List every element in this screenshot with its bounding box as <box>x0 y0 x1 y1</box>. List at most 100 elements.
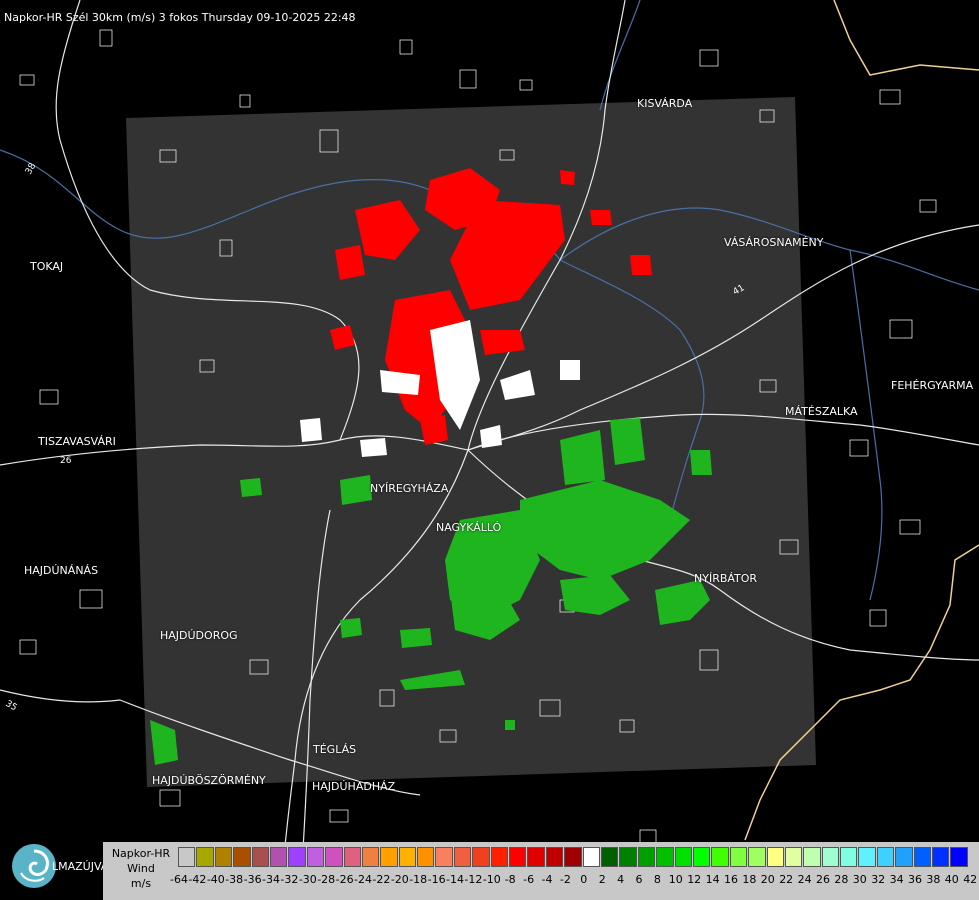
legend-tick-label: 20 <box>760 873 775 886</box>
city-label-nagykallo: NAGYKÁLLÓ <box>436 521 502 534</box>
legend-tick-label: 34 <box>889 873 904 886</box>
city-label-hajduboszormeny: HAJDÚBÖSZÖRMÉNY <box>152 774 266 787</box>
legend-tick-label: -18 <box>409 873 428 886</box>
city-label-vasarosnameny: VÁSÁROSNAMÉNY <box>724 236 824 249</box>
legend-swatch <box>784 847 803 867</box>
legend-tick-label: 38 <box>926 873 941 886</box>
legend-swatch <box>545 847 564 867</box>
legend-tick-label: -64 <box>170 873 188 886</box>
legend-swatch <box>453 847 472 867</box>
legend-swatch <box>932 847 950 867</box>
legend-swatch <box>692 847 711 867</box>
legend-swatches <box>178 847 969 867</box>
legend-swatch <box>619 847 637 867</box>
legend-swatch <box>251 847 269 867</box>
legend-tick-label: 16 <box>724 873 738 886</box>
swirl-logo-icon <box>12 844 56 888</box>
legend-tick-label: 30 <box>852 873 867 886</box>
legend-tick-label: 12 <box>687 873 702 886</box>
legend-swatch <box>380 847 398 867</box>
legend-tick-label: -28 <box>317 873 336 886</box>
legend-tick-label: -4 <box>541 873 553 886</box>
legend-tick-label: 18 <box>742 873 757 886</box>
legend-tick-label: 36 <box>908 873 922 886</box>
legend-swatch <box>361 847 380 867</box>
legend-tick-label: -16 <box>427 873 446 886</box>
legend-tick-label: 28 <box>834 873 849 886</box>
city-label-kisvarda: KISVÁRDA <box>637 97 693 110</box>
legend-swatch <box>527 847 545 867</box>
legend-swatch <box>895 847 913 867</box>
legend-swatch <box>509 847 527 867</box>
legend-tick-label: -32 <box>280 873 299 886</box>
road-number-35: 35 <box>4 699 19 713</box>
legend-tick-label: -40 <box>206 873 225 886</box>
legend-swatch <box>858 847 876 867</box>
legend-tick-label: -36 <box>243 873 262 886</box>
legend-tick-label: -34 <box>262 873 280 886</box>
legend-tick-label: -14 <box>446 873 464 886</box>
legend-swatch <box>472 847 490 867</box>
legend-tick-label: -10 <box>482 873 501 886</box>
city-label-teglas: TÉGLÁS <box>313 743 357 756</box>
city-label-hajduhadhaz: HAJDÚHADHÁZ <box>312 780 396 793</box>
wind-legend: Napkor-HR Wind m/s -64 -42 -40 -38 -36 -34 -32… <box>103 842 979 900</box>
legend-tick-label: 22 <box>779 873 794 886</box>
legend-tick-label: -38 <box>225 873 244 886</box>
legend-label-line-3: m/s <box>130 877 152 890</box>
legend-swatch <box>233 847 251 867</box>
legend-tick-label: -6 <box>523 873 535 886</box>
legend-swatch <box>417 847 435 867</box>
legend-tick-label: -20 <box>390 873 409 886</box>
legend-swatch <box>600 847 619 867</box>
city-label-nyirbator: NYÍRBÁTOR <box>694 572 758 585</box>
legend-tick-label: -12 <box>464 873 483 886</box>
legend-swatch <box>637 847 656 867</box>
legend-swatch <box>178 847 196 867</box>
legend-tick-label: 24 <box>797 873 812 886</box>
legend-swatch <box>564 847 582 867</box>
legend-swatch <box>950 847 968 867</box>
city-label-mateszalka: MÁTÉSZALKA <box>785 405 858 418</box>
legend-tick-label: 10 <box>668 873 683 886</box>
city-label-tiszavasvari: TISZAVASVÁRI <box>38 435 116 448</box>
legend-label-line-1: Napkor-HR <box>111 847 171 860</box>
legend-swatch <box>490 847 509 867</box>
legend-swatch <box>876 847 895 867</box>
legend-tick-label: 14 <box>705 873 720 886</box>
legend-swatch <box>748 847 766 867</box>
legend-tick-label: -2 <box>559 873 571 886</box>
legend-swatch <box>214 847 233 867</box>
legend-swatch <box>288 847 306 867</box>
legend-swatch <box>656 847 674 867</box>
legend-swatch <box>766 847 784 867</box>
legend-tick-label: 40 <box>944 873 959 886</box>
road-number-38: 38 <box>24 161 39 176</box>
city-label-tokaj: TOKAJ <box>30 260 64 273</box>
legend-tick-label: 8 <box>653 873 661 886</box>
legend-tick-label: -24 <box>354 873 372 886</box>
map-title: Napkor-HR Szél 30km (m/s) 3 fokos Thursd… <box>4 11 356 24</box>
legend-label-line-2: Wind <box>127 862 155 875</box>
legend-swatch <box>803 847 821 867</box>
legend-tick-label: 2 <box>598 873 606 886</box>
legend-tick-label: -22 <box>372 873 391 886</box>
city-label-fehergyarmat: FEHÉRGYARMA <box>891 379 974 392</box>
legend-tick-label: 32 <box>871 873 886 886</box>
legend-label: Napkor-HR Wind m/s <box>105 846 177 891</box>
legend-swatch <box>840 847 858 867</box>
legend-swatch <box>582 847 600 867</box>
legend-swatch <box>325 847 343 867</box>
legend-tick-label: -30 <box>298 873 317 886</box>
legend-tick-label: -42 <box>188 873 207 886</box>
legend-tick-label: 0 <box>580 873 588 886</box>
city-label-hajdudorog: HAJDÚDOROG <box>160 629 238 642</box>
legend-swatch <box>398 847 417 867</box>
legend-tick-label: -26 <box>335 873 354 886</box>
legend-swatch <box>729 847 748 867</box>
legend-tick-label: 4 <box>617 873 625 886</box>
road-number-26: 26 <box>60 456 72 466</box>
city-label-nyiregyhaza: NYÍREGYHÁZA <box>370 482 449 495</box>
legend-swatch <box>269 847 288 867</box>
legend-swatch <box>306 847 325 867</box>
